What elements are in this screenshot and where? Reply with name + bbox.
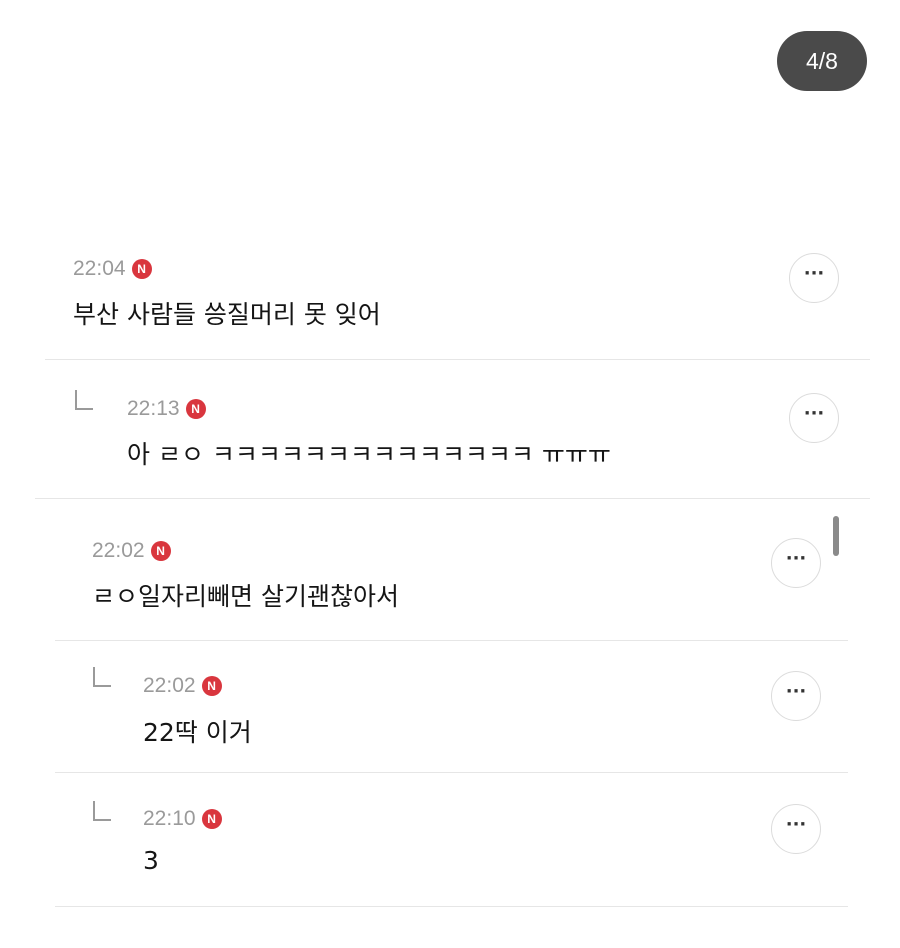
comment-time: 22:04	[73, 257, 126, 280]
new-badge-icon: N	[185, 399, 206, 419]
comment-meta: 22:13 N	[127, 397, 206, 421]
new-badge-icon: N	[201, 809, 222, 829]
comment-text: 부산 사람들 씅질머리 못 잊어	[73, 300, 381, 329]
reply-arrow-icon	[93, 667, 111, 687]
comment-meta: 22:02 N	[143, 674, 222, 698]
new-badge-icon: N	[150, 541, 171, 561]
more-options-button[interactable]: ···	[771, 538, 821, 588]
more-options-button[interactable]: ···	[789, 253, 839, 303]
comment-time: 22:02	[92, 539, 145, 562]
comment-item: 22:02 N ㄹㅇ일자리빼면 살기괜찮아서 ···	[55, 520, 848, 641]
more-options-icon: ···	[803, 403, 825, 424]
new-badge-icon: N	[201, 676, 222, 696]
more-options-button[interactable]: ···	[771, 804, 821, 854]
comment-time: 22:13	[127, 397, 180, 420]
comment-reply-item: 22:02 N 22딱 이거 ···	[55, 641, 848, 773]
comment-meta: 22:10 N	[143, 807, 222, 831]
more-options-icon: ···	[803, 263, 825, 284]
comment-meta: 22:04 N	[73, 257, 152, 281]
more-options-icon: ···	[785, 814, 807, 835]
reply-arrow-icon	[93, 801, 111, 821]
comment-text: 아 ㄹㅇ ㅋㅋㅋㅋㅋㅋㅋㅋㅋㅋㅋㅋㅋㅋ ㅠㅠㅠ	[127, 440, 611, 469]
comment-text: 22딱 이거	[143, 718, 252, 747]
new-badge-icon: N	[131, 259, 152, 279]
comment-text: 3	[143, 846, 159, 875]
more-options-icon: ···	[785, 681, 807, 702]
reply-arrow-icon	[75, 390, 93, 410]
comment-text: ㄹㅇ일자리빼면 살기괜찮아서	[92, 582, 399, 611]
comment-reply-item: 22:13 N 아 ㄹㅇ ㅋㅋㅋㅋㅋㅋㅋㅋㅋㅋㅋㅋㅋㅋ ㅠㅠㅠ ···	[35, 360, 870, 499]
comment-reply-item: 22:10 N 3 ···	[55, 773, 848, 907]
comment-meta: 22:02 N	[92, 539, 171, 563]
more-options-icon: ···	[785, 548, 807, 569]
more-options-button[interactable]: ···	[789, 393, 839, 443]
comment-time: 22:02	[143, 674, 196, 697]
page-counter: 4/8	[777, 31, 867, 91]
comment-item: 22:04 N 부산 사람들 씅질머리 못 잊어 ···	[45, 240, 870, 360]
comment-time: 22:10	[143, 807, 196, 830]
more-options-button[interactable]: ···	[771, 671, 821, 721]
